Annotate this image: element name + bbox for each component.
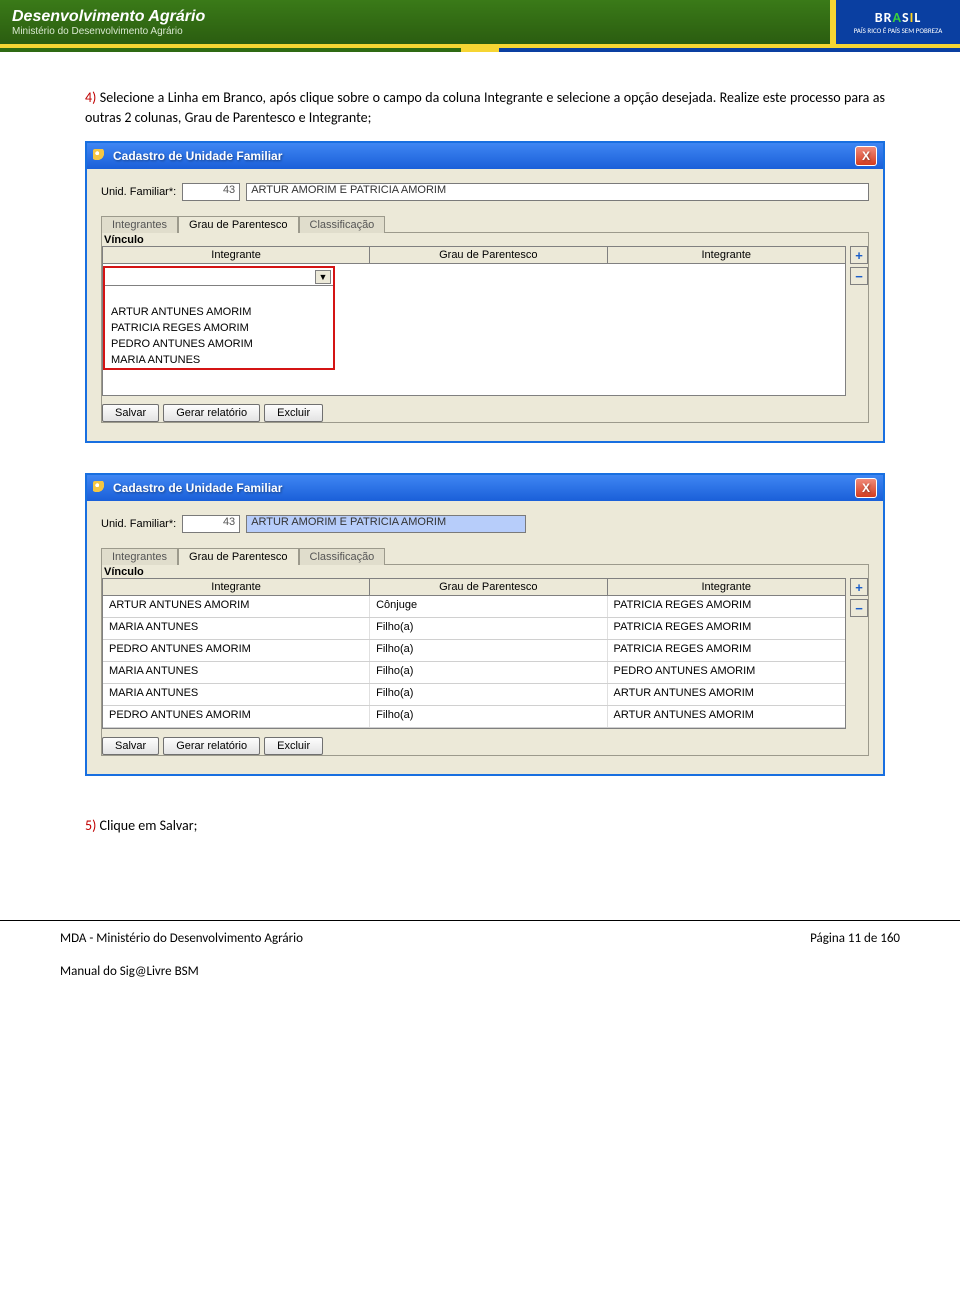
flag-stripe (0, 48, 960, 52)
footer-right: Página 11 de 160 (810, 931, 900, 946)
col-integrante-1[interactable]: Integrante (103, 579, 370, 595)
cell-integrante-a: PEDRO ANTUNES AMORIM (103, 706, 370, 727)
footer-left: MDA - Ministério do Desenvolvimento Agrá… (60, 931, 303, 946)
window-cadastro-1: Cadastro de Unidade Familiar X Unid. Fam… (85, 141, 885, 443)
cell-integrante-a: PEDRO ANTUNES AMORIM (103, 640, 370, 661)
dropdown-option[interactable]: ARTUR ANTUNES AMORIM (105, 304, 333, 320)
page-header-banner: Desenvolvimento Agrário Ministério do De… (0, 0, 960, 48)
step-4-text: 4) Selecione a Linha em Branco, após cli… (85, 88, 885, 127)
tabs: Integrantes Grau de Parentesco Classific… (101, 215, 869, 232)
salvar-button[interactable]: Salvar (102, 404, 159, 422)
table-row[interactable]: MARIA ANTUNESFilho(a)PATRICIA REGES AMOR… (103, 618, 845, 640)
step-4-body: Selecione a Linha em Branco, após clique… (85, 89, 885, 126)
integrante-dropdown[interactable]: ▼ ARTUR ANTUNES AMORIM PATRICIA REGES AM… (103, 266, 335, 370)
cell-grau: Filho(a) (370, 684, 607, 705)
table-row[interactable]: MARIA ANTUNESFilho(a)PEDRO ANTUNES AMORI… (103, 662, 845, 684)
unid-id-field[interactable]: 43 (182, 515, 240, 533)
plus-icon: + (855, 248, 863, 263)
minus-icon: − (855, 269, 863, 284)
plus-icon: + (855, 580, 863, 595)
cell-grau: Filho(a) (370, 706, 607, 727)
col-integrante-2[interactable]: Integrante (608, 579, 845, 595)
close-button[interactable]: X (855, 478, 877, 498)
unid-name-field[interactable]: ARTUR AMORIM E PATRICIA AMORIM (246, 183, 869, 201)
col-grau[interactable]: Grau de Parentesco (370, 247, 607, 263)
gerar-relatorio-button[interactable]: Gerar relatório (163, 737, 260, 755)
excluir-button[interactable]: Excluir (264, 404, 323, 422)
java-icon (93, 481, 107, 495)
cell-integrante-b: PATRICIA REGES AMORIM (608, 640, 845, 661)
chevron-down-icon[interactable]: ▼ (315, 270, 331, 284)
vinculo-grid-2[interactable]: Integrante Grau de Parentesco Integrante… (102, 578, 846, 729)
minus-icon: − (855, 601, 863, 616)
remove-row-button[interactable]: − (850, 267, 868, 285)
banner-left: Desenvolvimento Agrário Ministério do De… (0, 8, 205, 37)
vinculo-grid-1[interactable]: Integrante Grau de Parentesco Integrante… (102, 246, 846, 396)
add-row-button[interactable]: + (850, 578, 868, 596)
banner-title: Desenvolvimento Agrário (12, 8, 205, 26)
cell-integrante-b: PEDRO ANTUNES AMORIM (608, 662, 845, 683)
cell-integrante-a: MARIA ANTUNES (103, 684, 370, 705)
gerar-relatorio-button[interactable]: Gerar relatório (163, 404, 260, 422)
step-5-text: 5) Clique em Salvar; (85, 816, 885, 836)
close-icon: X (862, 481, 870, 495)
table-row[interactable]: PEDRO ANTUNES AMORIMFilho(a)ARTUR ANTUNE… (103, 706, 845, 728)
titlebar[interactable]: Cadastro de Unidade Familiar X (87, 143, 883, 169)
remove-row-button[interactable]: − (850, 599, 868, 617)
step-5-body: Clique em Salvar; (100, 817, 198, 834)
java-icon (93, 149, 107, 163)
dropdown-blank-option[interactable] (105, 286, 333, 304)
vinculo-label: Vínculo (104, 234, 868, 246)
col-integrante-1[interactable]: Integrante (103, 247, 370, 263)
excluir-button[interactable]: Excluir (264, 737, 323, 755)
dropdown-option[interactable]: PEDRO ANTUNES AMORIM (105, 336, 333, 352)
unid-familiar-label: Unid. Familiar*: (101, 518, 176, 530)
tab-grau-parentesco[interactable]: Grau de Parentesco (178, 548, 298, 565)
add-row-button[interactable]: + (850, 246, 868, 264)
tabs: Integrantes Grau de Parentesco Classific… (101, 547, 869, 564)
banner-brand: BRASIL PAÍS RICO É PAÍS SEM POBREZA (830, 0, 960, 44)
cell-grau: Filho(a) (370, 662, 607, 683)
vinculo-label: Vínculo (104, 566, 868, 578)
close-button[interactable]: X (855, 146, 877, 166)
unid-id-field[interactable]: 43 (182, 183, 240, 201)
titlebar[interactable]: Cadastro de Unidade Familiar X (87, 475, 883, 501)
cell-integrante-b: PATRICIA REGES AMORIM (608, 596, 845, 617)
tab-grau-parentesco[interactable]: Grau de Parentesco (178, 216, 298, 233)
dropdown-option[interactable]: PATRICIA REGES AMORIM (105, 320, 333, 336)
cell-integrante-a: ARTUR ANTUNES AMORIM (103, 596, 370, 617)
banner-subtitle: Ministério do Desenvolvimento Agrário (12, 26, 205, 37)
cell-integrante-a: MARIA ANTUNES (103, 662, 370, 683)
brasil-logo: BRASIL (875, 9, 922, 26)
step-4-number: 4) (85, 89, 96, 106)
col-grau[interactable]: Grau de Parentesco (370, 579, 607, 595)
window-cadastro-2: Cadastro de Unidade Familiar X Unid. Fam… (85, 473, 885, 776)
salvar-button[interactable]: Salvar (102, 737, 159, 755)
unid-name-field[interactable]: ARTUR AMORIM E PATRICIA AMORIM (246, 515, 526, 533)
cell-integrante-b: ARTUR ANTUNES AMORIM (608, 706, 845, 727)
unid-familiar-label: Unid. Familiar*: (101, 186, 176, 198)
page-footer: MDA - Ministério do Desenvolvimento Agrá… (0, 920, 960, 995)
close-icon: X (862, 149, 870, 163)
window-title: Cadastro de Unidade Familiar (113, 149, 282, 163)
table-row[interactable]: MARIA ANTUNESFilho(a)ARTUR ANTUNES AMORI… (103, 684, 845, 706)
cell-integrante-b: ARTUR ANTUNES AMORIM (608, 684, 845, 705)
cell-integrante-b: PATRICIA REGES AMORIM (608, 618, 845, 639)
tab-integrantes[interactable]: Integrantes (101, 548, 178, 565)
step-5-number: 5) (85, 817, 96, 834)
tab-integrantes[interactable]: Integrantes (101, 216, 178, 233)
cell-grau: Filho(a) (370, 640, 607, 661)
window-title: Cadastro de Unidade Familiar (113, 481, 282, 495)
footer-manual: Manual do Sig@Livre BSM (60, 964, 900, 979)
dropdown-option[interactable]: MARIA ANTUNES (105, 352, 333, 368)
table-row[interactable]: PEDRO ANTUNES AMORIMFilho(a)PATRICIA REG… (103, 640, 845, 662)
cell-grau: Cônjuge (370, 596, 607, 617)
table-row[interactable]: ARTUR ANTUNES AMORIMCônjugePATRICIA REGE… (103, 596, 845, 618)
cell-integrante-a: MARIA ANTUNES (103, 618, 370, 639)
cell-grau: Filho(a) (370, 618, 607, 639)
brand-slogan: PAÍS RICO É PAÍS SEM POBREZA (854, 26, 943, 35)
tab-classificacao[interactable]: Classificação (299, 548, 386, 565)
tab-classificacao[interactable]: Classificação (299, 216, 386, 233)
col-integrante-2[interactable]: Integrante (608, 247, 845, 263)
